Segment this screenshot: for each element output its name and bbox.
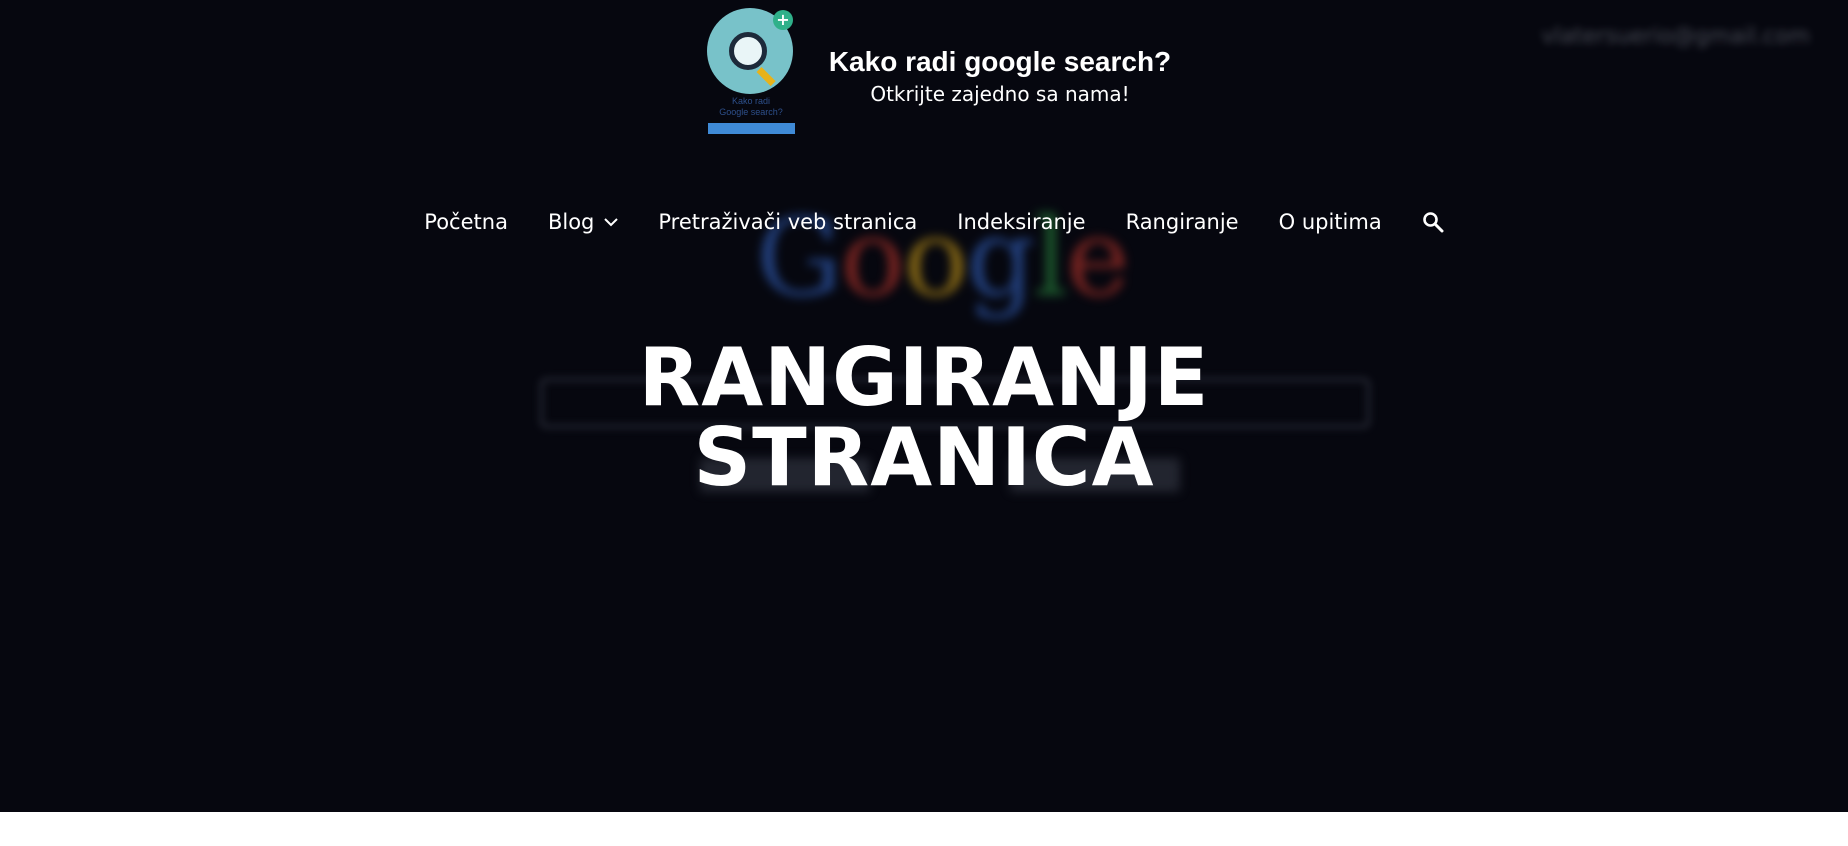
nav-item-label: Indeksiranje	[957, 210, 1086, 234]
site-title[interactable]: Kako radi google search?	[770, 46, 1230, 78]
nav-item-o-upitima[interactable]: O upitima	[1279, 208, 1382, 236]
main-nav: Početna Blog Pretraživači veb stranica I…	[0, 208, 1848, 236]
chevron-down-icon	[604, 218, 619, 227]
nav-item-label: Blog	[547, 210, 595, 234]
site-tagline: Otkrijte zajedno sa nama!	[870, 82, 1130, 106]
nav-item-label: O upitima	[1278, 210, 1382, 234]
page-title-line1: RANGIRANJE	[638, 331, 1210, 424]
hero-section: Google vlatersuerio@gmail.com + Kako rad…	[0, 0, 1848, 812]
logo-bar	[708, 123, 795, 134]
search-button[interactable]	[1422, 211, 1444, 233]
nav-item-label: Pretraživači veb stranica	[658, 210, 918, 234]
logo-text-line2: Google search?	[719, 107, 783, 117]
nav-item-blog[interactable]: Blog	[547, 208, 619, 236]
nav-item-indeksiranje[interactable]: Indeksiranje	[957, 208, 1085, 236]
search-icon	[1422, 212, 1444, 233]
plus-icon: +	[773, 10, 793, 30]
nav-item-rangiranje[interactable]: Rangiranje	[1126, 208, 1239, 236]
nav-item-label: Početna	[424, 210, 508, 234]
page-title-line2: STRANICA	[693, 411, 1155, 504]
magnifier-icon	[729, 32, 767, 70]
background-email: vlatersuerio@gmail.com	[1541, 24, 1810, 49]
nav-item-pretrazivaci[interactable]: Pretraživači veb stranica	[658, 208, 917, 236]
nav-item-pocetna[interactable]: Početna	[424, 208, 508, 236]
page-title: RANGIRANJE STRANICA	[0, 338, 1848, 498]
nav-item-label: Rangiranje	[1125, 210, 1239, 234]
